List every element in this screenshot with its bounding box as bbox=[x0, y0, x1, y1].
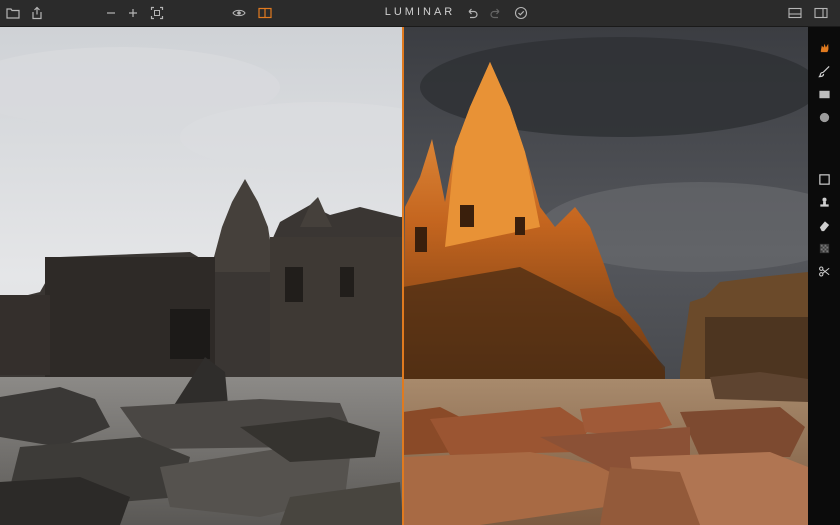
split-divider-handle[interactable] bbox=[402, 27, 404, 525]
luminar-window: LUMINAR bbox=[0, 0, 840, 525]
share-icon[interactable] bbox=[28, 4, 46, 22]
zoom-in-icon[interactable] bbox=[124, 4, 142, 22]
panels-icon[interactable] bbox=[786, 4, 804, 22]
apply-icon[interactable] bbox=[512, 4, 530, 22]
split-view-icon[interactable] bbox=[256, 4, 274, 22]
eye-icon[interactable] bbox=[230, 4, 248, 22]
zoom-out-icon[interactable] bbox=[102, 4, 120, 22]
sidebar-toggle-icon[interactable] bbox=[812, 4, 830, 22]
filters-icon[interactable] bbox=[816, 39, 832, 55]
before-image bbox=[0, 27, 460, 525]
folder-icon[interactable] bbox=[4, 4, 22, 22]
eraser-icon[interactable] bbox=[816, 217, 832, 233]
gradient-mask-icon[interactable] bbox=[816, 86, 832, 102]
cut-icon[interactable] bbox=[816, 263, 832, 279]
crop-icon[interactable] bbox=[816, 171, 832, 187]
tools-sidebar bbox=[808, 27, 840, 525]
after-image bbox=[403, 27, 808, 525]
redo-icon[interactable] bbox=[487, 4, 505, 22]
undo-icon[interactable] bbox=[463, 4, 481, 22]
noise-icon[interactable] bbox=[816, 240, 832, 256]
fit-screen-icon[interactable] bbox=[148, 4, 166, 22]
top-toolbar: LUMINAR bbox=[0, 0, 840, 27]
radial-mask-icon[interactable] bbox=[816, 109, 832, 125]
photo-canvas bbox=[0, 27, 808, 525]
clone-stamp-icon[interactable] bbox=[816, 194, 832, 210]
image-viewer[interactable] bbox=[0, 27, 808, 525]
brush-icon[interactable] bbox=[816, 63, 832, 79]
